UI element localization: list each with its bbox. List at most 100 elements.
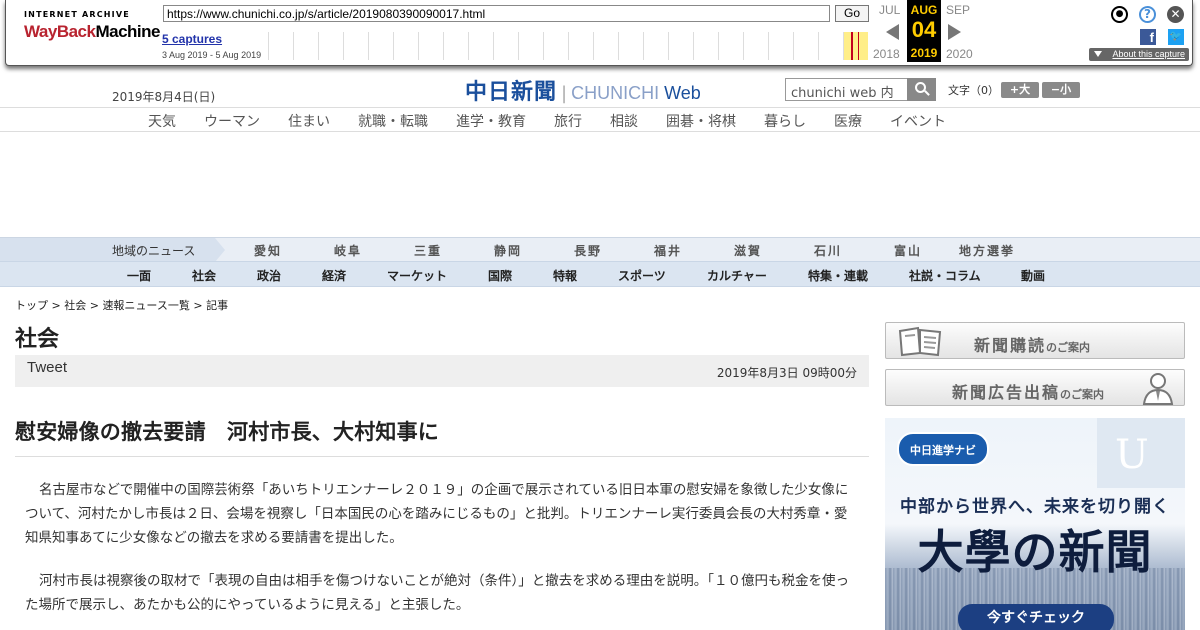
main-nav-item-weather[interactable]: 天気 [148,111,176,131]
font-size-down-button[interactable]: −小 [1042,82,1080,98]
region-item-nagano[interactable]: 長野 [574,242,602,259]
tweet-button[interactable]: Tweet [27,359,67,376]
sparkline-month-column[interactable] [293,32,318,60]
region-nav-label[interactable]: 地域のニュース [0,238,225,262]
sparkline-month-column[interactable] [518,32,543,60]
region-item-toyama[interactable]: 富山 [894,242,922,259]
close-icon[interactable]: ✕ [1167,6,1184,23]
businessman-icon [1142,373,1174,405]
main-nav-item-consult[interactable]: 相談 [610,111,638,131]
region-item-mie[interactable]: 三重 [414,242,442,259]
sparkline-month-column[interactable] [693,32,718,60]
category-item-front[interactable]: 一面 [127,267,151,284]
main-nav-item-education[interactable]: 進学・教育 [456,111,526,131]
sparkline-month-column[interactable] [718,32,743,60]
newspaper-advertising-banner[interactable]: 新聞広告出稿のご案内 [885,369,1185,406]
main-nav-item-woman[interactable]: ウーマン [204,111,260,131]
region-item-fukui[interactable]: 福井 [654,242,682,259]
logo-kanji: 中日新聞 [465,80,558,105]
wayback-prev-month[interactable]: JUL [879,3,900,17]
region-item-gifu[interactable]: 岐阜 [334,242,362,259]
category-item-features[interactable]: 特集・連載 [808,267,868,284]
category-item-video[interactable]: 動画 [1021,267,1045,284]
sparkline-month-column[interactable] [668,32,693,60]
wayback-next-year[interactable]: 2020 [946,47,973,61]
advertising-banner-sub: のご案内 [1060,388,1105,401]
newspaper-subscription-banner[interactable]: 新聞購読のご案内 [885,322,1185,359]
region-item-ishikawa[interactable]: 石川 [814,242,842,259]
header-date: 2019年8月4日(日) [112,90,216,104]
main-nav-item-medical[interactable]: 医療 [834,111,862,131]
category-item-special-report[interactable]: 特報 [553,267,577,284]
help-icon[interactable]: ? [1139,6,1156,23]
twitter-icon[interactable]: 🐦 [1168,29,1184,45]
category-item-market[interactable]: マーケット [387,267,447,284]
section-title: 社会 [15,327,60,352]
sparkline-month-column[interactable] [468,32,493,60]
breadcrumb-news-list[interactable]: 速報ニュース一覧 [102,299,189,312]
sparkline-month-column[interactable] [393,32,418,60]
facebook-icon[interactable]: f [1140,29,1156,45]
category-item-society[interactable]: 社会 [192,267,216,284]
category-item-politics[interactable]: 政治 [257,267,281,284]
region-item-aichi[interactable]: 愛知 [254,242,282,259]
wayback-url-input[interactable]: https://www.chunichi.co.jp/s/article/201… [163,5,830,22]
sparkline-month-column[interactable] [493,32,518,60]
user-icon[interactable]: ● [1111,6,1128,23]
sparkline-month-column[interactable] [568,32,593,60]
main-nav-item-jobs[interactable]: 就職・転職 [358,111,428,131]
sparkline-month-column[interactable] [768,32,793,60]
university-news-ad[interactable]: U 中日進学ナビ 中部から世界へ、未来を切り開く 大學の新聞 今すぐチェック [885,418,1185,630]
wayback-logo-line1: INTERNET ARCHIVE [24,10,130,19]
breadcrumb-top[interactable]: トップ [15,299,48,312]
article-paragraph: 河村市長は視察後の取材で「表現の自由は相手を傷つけないことが絶対（条件）」と撤去… [25,573,849,613]
sparkline-month-column[interactable] [418,32,443,60]
sparkline-month-column[interactable] [443,32,468,60]
main-nav-item-events[interactable]: イベント [890,111,946,131]
wayback-sparkline[interactable] [268,32,870,60]
main-nav-item-living[interactable]: 暮らし [764,111,806,131]
sparkline-month-column[interactable] [368,32,393,60]
published-date: 2019年8月3日 09時00分 [716,366,857,380]
wayback-prev-year[interactable]: 2018 [873,47,900,61]
category-item-editorials[interactable]: 社説・コラム [909,267,981,284]
region-item-shizuoka[interactable]: 静岡 [494,242,522,259]
site-search-input[interactable]: chunichi web 内 [785,78,909,101]
wayback-logo[interactable]: INTERNET ARCHIVE WayBackMachine [24,10,160,50]
wayback-go-button[interactable]: Go [835,5,869,22]
next-capture-arrow-icon[interactable] [948,24,961,40]
sparkline-month-column[interactable] [543,32,568,60]
region-item-local-elections[interactable]: 地方選挙 [959,242,1015,259]
main-nav-item-travel[interactable]: 旅行 [554,111,582,131]
search-button[interactable] [907,78,936,101]
breadcrumb-sep: > [48,299,65,312]
sparkline-month-column[interactable] [793,32,818,60]
font-size-up-button[interactable]: +大 [1001,82,1039,98]
region-item-shiga[interactable]: 滋賀 [734,242,762,259]
category-item-sports[interactable]: スポーツ [618,267,666,284]
about-capture-button[interactable]: About this capture [1089,48,1189,61]
sparkline-month-column[interactable] [818,32,843,60]
sparkline-month-column[interactable] [593,32,618,60]
sparkline-month-column[interactable] [268,32,293,60]
wayback-captures-link[interactable]: 5 captures [162,32,222,46]
share-bar: Tweet 2019年8月3日 09時00分 [15,355,869,387]
sparkline-month-column[interactable] [643,32,668,60]
sparkline-month-column[interactable] [618,32,643,60]
wayback-logo-wayback: WayBack [24,22,96,41]
subscription-banner-main: 新聞購読 [974,336,1047,355]
prev-capture-arrow-icon[interactable] [886,24,899,40]
category-item-culture[interactable]: カルチャー [707,267,767,284]
wayback-next-month[interactable]: SEP [946,3,970,17]
category-item-economy[interactable]: 経済 [322,267,346,284]
sparkline-month-column[interactable] [743,32,768,60]
sparkline-month-column[interactable] [343,32,368,60]
site-logo[interactable]: 中日新聞 | CHUNICHI Web [465,74,701,105]
main-nav-item-go-shogi[interactable]: 囲碁・将棋 [666,111,736,131]
ad-cta-button[interactable]: 今すぐチェック [958,604,1114,630]
sparkline-month-column[interactable] [318,32,343,60]
main-nav-item-housing[interactable]: 住まい [288,111,330,131]
breadcrumb: トップ > 社会 > 速報ニュース一覧 > 記事 [15,297,228,313]
category-item-international[interactable]: 国際 [488,267,512,284]
breadcrumb-society[interactable]: 社会 [64,299,86,312]
